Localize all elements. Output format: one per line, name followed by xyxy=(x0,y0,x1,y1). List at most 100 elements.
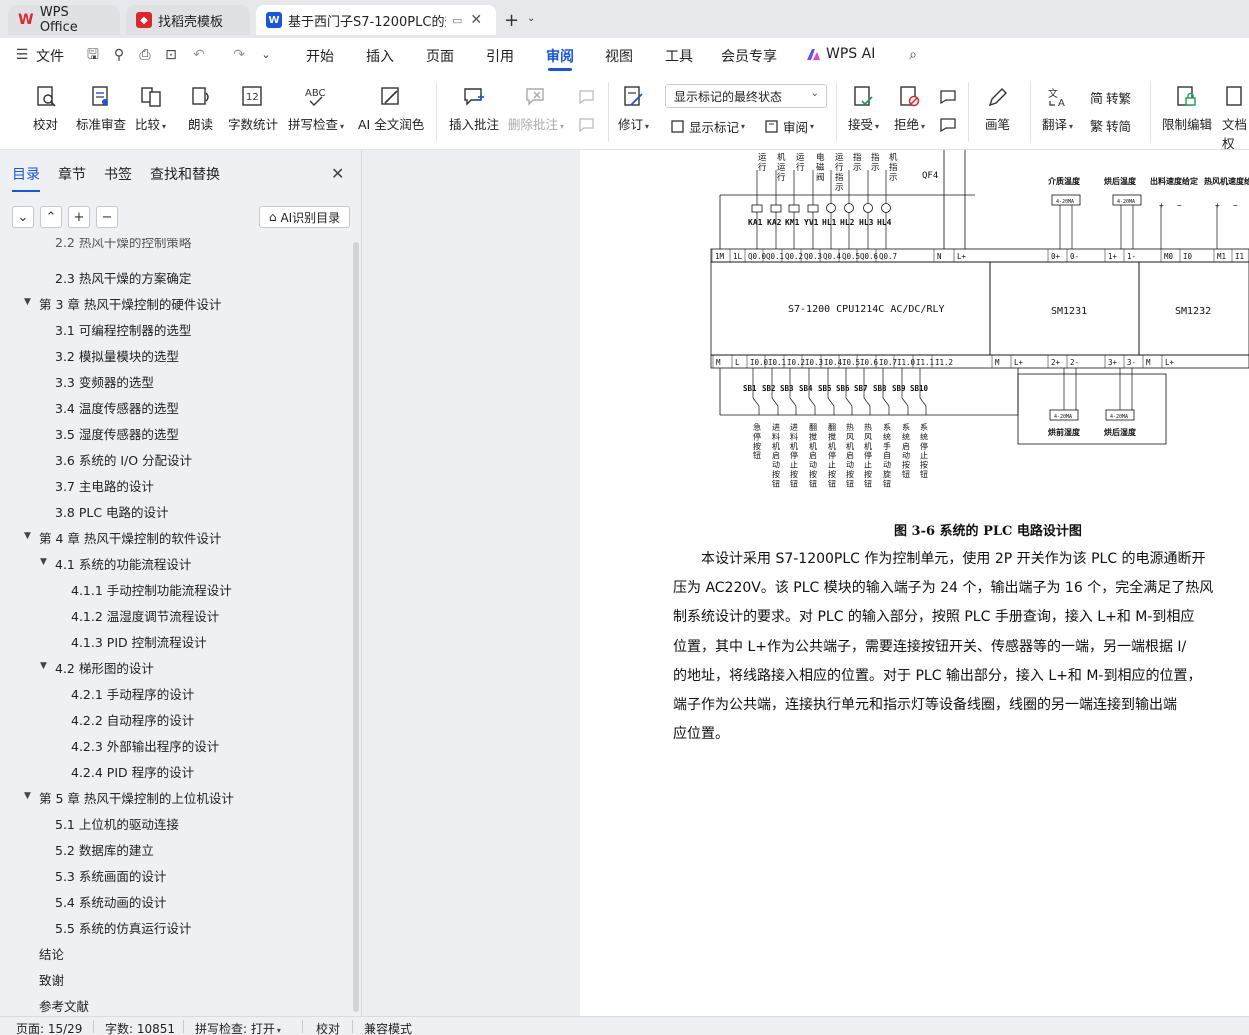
compare-button[interactable]: 比较 ▾ xyxy=(135,84,166,133)
toc-item[interactable]: 4.2 梯形图的设计 xyxy=(55,658,154,677)
scrollbar[interactable] xyxy=(353,242,359,1012)
print-preview-icon[interactable]: ⊡ xyxy=(163,47,179,63)
menu-page[interactable]: 页面 xyxy=(426,46,454,66)
remove-icon[interactable]: − xyxy=(96,206,118,228)
doc-permission-button[interactable]: 文档权 xyxy=(1222,84,1249,152)
nav-tab-bookmarks[interactable]: 书签 xyxy=(104,164,132,184)
pen-button[interactable]: 画笔 xyxy=(985,84,1010,133)
toc-item[interactable]: 3.4 温度传感器的选型 xyxy=(55,398,179,417)
print-icon[interactable]: ⎙ xyxy=(137,47,153,63)
toc-item[interactable]: 3.2 模拟量模块的选型 xyxy=(55,346,179,365)
show-markup-button[interactable]: 显示标记 ▾ xyxy=(670,117,745,136)
toc-item[interactable]: 3.5 湿度传感器的选型 xyxy=(55,424,179,443)
tab-document[interactable]: W 基于西门子S7-1200PLC的热风 ▭ ✕ xyxy=(256,5,496,35)
toc-item[interactable]: 第 4 章 热风干燥控制的软件设计 xyxy=(39,528,221,547)
nav-tab-find-replace[interactable]: 查找和替换 xyxy=(150,164,220,184)
to-traditional-button[interactable]: 简 转繁 xyxy=(1090,88,1131,107)
menu-tools[interactable]: 工具 xyxy=(665,46,693,66)
standard-review-button[interactable]: 标准审查 xyxy=(76,84,126,133)
collapse-icon[interactable]: ⌄ xyxy=(12,206,34,228)
toc-item[interactable]: 5.3 系统画面的设计 xyxy=(55,866,166,885)
prev-comment-icon[interactable] xyxy=(576,88,600,106)
next-comment-icon[interactable] xyxy=(576,116,600,134)
expand-icon[interactable]: ⌃ xyxy=(40,206,62,228)
accept-button[interactable]: 接受 ▾ xyxy=(848,84,879,133)
chevron-down-icon[interactable]: ⌄ xyxy=(527,13,535,24)
menu-insert[interactable]: 插入 xyxy=(366,46,394,66)
insert-comment-button[interactable]: 插入批注 xyxy=(449,84,499,133)
toc-item[interactable]: 4.2.1 手动程序的设计 xyxy=(71,684,194,703)
monitor-icon[interactable]: ▭ xyxy=(452,14,462,27)
menu-review[interactable]: 审阅 xyxy=(546,46,574,66)
word-count-status[interactable]: 字数: 10851 xyxy=(105,1020,175,1035)
prev-change-icon[interactable] xyxy=(938,88,962,106)
toc-item[interactable]: 4.2.3 外部输出程序的设计 xyxy=(71,736,219,755)
toc-item[interactable]: 3.6 系统的 I/O 分配设计 xyxy=(55,450,192,469)
tab-docer[interactable]: ◆ 找稻壳模板 xyxy=(126,5,250,35)
review-pane-button[interactable]: 审阅 ▾ xyxy=(764,117,814,136)
track-changes-button[interactable]: 修订 ▾ xyxy=(618,84,649,133)
redo-icon[interactable]: ↷ xyxy=(231,47,247,63)
close-icon[interactable]: ✕ xyxy=(331,164,344,183)
menu-member[interactable]: 会员专享 xyxy=(721,46,777,66)
read-aloud-button[interactable]: 朗读 xyxy=(188,84,213,133)
tab-wps-office[interactable]: W WPS Office xyxy=(8,5,120,35)
word-count-button[interactable]: 12 字数统计 xyxy=(228,84,278,133)
toc-item[interactable]: 致谢 xyxy=(39,970,64,989)
save-icon[interactable]: 🖫 xyxy=(85,47,101,63)
close-icon[interactable]: ✕ xyxy=(470,12,482,28)
toc-item[interactable]: 5.2 数据库的建立 xyxy=(55,840,154,859)
undo-icon[interactable]: ↶ xyxy=(191,47,207,63)
next-change-icon[interactable] xyxy=(938,116,962,134)
menu-file[interactable]: 文件 xyxy=(36,46,64,66)
toc-item[interactable]: 第 5 章 热风干燥控制的上位机设计 xyxy=(39,788,234,807)
expand-arrow-icon[interactable]: ▼ xyxy=(24,531,31,541)
markup-state-select[interactable]: 显示标记的最终状态 ⌄ xyxy=(665,84,827,108)
toc-item[interactable]: 5.4 系统动画的设计 xyxy=(55,892,166,911)
toc-item[interactable]: 4.1.2 温湿度调节流程设计 xyxy=(71,606,219,625)
toc-item[interactable]: 3.8 PLC 电路的设计 xyxy=(55,502,169,521)
menu-reference[interactable]: 引用 xyxy=(486,46,514,66)
translate-button[interactable]: 文A 翻译 ▾ xyxy=(1042,84,1073,133)
delete-comment-button[interactable]: 删除批注 ▾ xyxy=(508,84,564,133)
more-icon[interactable]: ⌄ xyxy=(258,47,274,63)
toc-item[interactable]: 4.2.2 自动程序的设计 xyxy=(71,710,194,729)
menu-wps-ai[interactable]: WPS AI xyxy=(826,46,875,62)
toc-item[interactable]: 2.3 热风干燥的方案确定 xyxy=(55,268,191,287)
hamburger-icon[interactable]: ☰ xyxy=(14,47,30,63)
to-simplified-button[interactable]: 繁 转简 xyxy=(1090,116,1131,135)
toc-item[interactable]: 第 3 章 热风干燥控制的硬件设计 xyxy=(39,294,221,313)
spell-check-button[interactable]: ABC 拼写检查 ▾ xyxy=(288,84,344,133)
toc-item[interactable]: 结论 xyxy=(39,944,64,963)
expand-arrow-icon[interactable]: ▼ xyxy=(24,297,31,307)
expand-arrow-icon[interactable]: ▼ xyxy=(40,661,47,671)
toc-item[interactable]: 4.1.3 PID 控制流程设计 xyxy=(71,632,207,651)
spell-check-status[interactable]: 拼写检查: 打开 ▾ xyxy=(195,1020,281,1035)
proofread-button[interactable]: 校对 xyxy=(33,84,58,133)
toc-item[interactable]: 4.1 系统的功能流程设计 xyxy=(55,554,191,573)
new-tab-icon[interactable]: + xyxy=(504,10,519,31)
toc-item[interactable]: 5.1 上位机的驱动连接 xyxy=(55,814,179,833)
page-indicator[interactable]: 页面: 15/29 xyxy=(16,1020,82,1035)
menu-start[interactable]: 开始 xyxy=(306,46,334,66)
toc-item[interactable]: 2.2 热风干燥的控制策略 xyxy=(55,238,191,251)
restrict-editing-button[interactable]: 限制编辑 xyxy=(1162,84,1212,133)
menu-view[interactable]: 视图 xyxy=(605,46,633,66)
format-painter-icon[interactable]: ⚲ xyxy=(111,47,127,63)
expand-arrow-icon[interactable]: ▼ xyxy=(40,557,47,567)
expand-arrow-icon[interactable]: ▼ xyxy=(24,791,31,801)
proof-status[interactable]: 校对 xyxy=(316,1020,340,1035)
toc-item[interactable]: 3.7 主电路的设计 xyxy=(55,476,154,495)
toc-item[interactable]: 参考文献 xyxy=(39,996,89,1015)
toc-item[interactable]: 4.2.4 PID 程序的设计 xyxy=(71,762,194,781)
ai-polish-button[interactable]: AI 全文润色 xyxy=(358,84,424,133)
nav-tab-toc[interactable]: 目录 xyxy=(12,164,40,192)
nav-tab-chapters[interactable]: 章节 xyxy=(58,164,86,184)
toc-item[interactable]: 3.3 变频器的选型 xyxy=(55,372,154,391)
reject-button[interactable]: 拒绝 ▾ xyxy=(894,84,925,133)
add-icon[interactable]: + xyxy=(68,206,90,228)
ai-toc-button[interactable]: ⌂ AI识别目录 xyxy=(259,206,350,228)
toc-item[interactable]: 5.5 系统的仿真运行设计 xyxy=(55,918,191,937)
toc-item[interactable]: 4.1.1 手动控制功能流程设计 xyxy=(71,580,232,599)
search-icon[interactable]: ⌕ xyxy=(905,47,921,63)
